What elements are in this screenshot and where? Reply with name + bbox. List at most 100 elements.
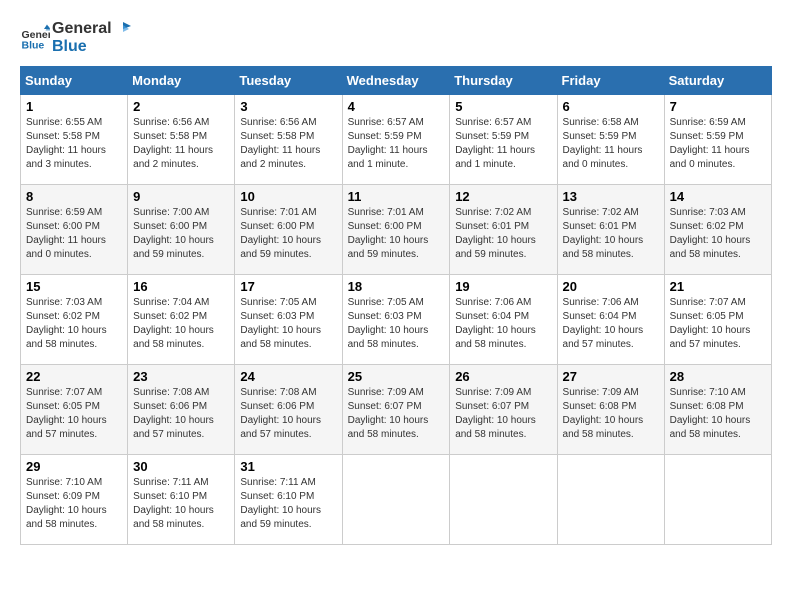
calendar-cell: 22 Sunrise: 7:07 AM Sunset: 6:05 PM Dayl… [21, 364, 128, 454]
day-number: 7 [670, 99, 766, 114]
calendar-cell: 8 Sunrise: 6:59 AM Sunset: 6:00 PM Dayli… [21, 184, 128, 274]
calendar-cell [557, 454, 664, 544]
calendar-cell: 30 Sunrise: 7:11 AM Sunset: 6:10 PM Dayl… [128, 454, 235, 544]
day-info: Sunrise: 7:09 AM Sunset: 6:07 PM Dayligh… [348, 386, 445, 442]
calendar-cell: 16 Sunrise: 7:04 AM Sunset: 6:02 PM Dayl… [128, 274, 235, 364]
day-info: Sunrise: 6:57 AM Sunset: 5:59 PM Dayligh… [348, 116, 445, 172]
day-number: 12 [455, 189, 551, 204]
svg-text:Blue: Blue [22, 39, 45, 51]
day-info: Sunrise: 7:09 AM Sunset: 6:08 PM Dayligh… [563, 386, 659, 442]
calendar-header-wednesday: Wednesday [342, 66, 450, 94]
calendar-header-saturday: Saturday [664, 66, 771, 94]
day-info: Sunrise: 6:56 AM Sunset: 5:58 PM Dayligh… [133, 116, 229, 172]
calendar-cell: 20 Sunrise: 7:06 AM Sunset: 6:04 PM Dayl… [557, 274, 664, 364]
day-number: 5 [455, 99, 551, 114]
calendar-cell: 17 Sunrise: 7:05 AM Sunset: 6:03 PM Dayl… [235, 274, 342, 364]
day-info: Sunrise: 7:06 AM Sunset: 6:04 PM Dayligh… [563, 296, 659, 352]
calendar-cell: 3 Sunrise: 6:56 AM Sunset: 5:58 PM Dayli… [235, 94, 342, 184]
day-info: Sunrise: 7:07 AM Sunset: 6:05 PM Dayligh… [670, 296, 766, 352]
day-info: Sunrise: 7:08 AM Sunset: 6:06 PM Dayligh… [133, 386, 229, 442]
day-number: 23 [133, 369, 229, 384]
day-info: Sunrise: 7:04 AM Sunset: 6:02 PM Dayligh… [133, 296, 229, 352]
day-info: Sunrise: 6:55 AM Sunset: 5:58 PM Dayligh… [26, 116, 122, 172]
calendar-cell: 9 Sunrise: 7:00 AM Sunset: 6:00 PM Dayli… [128, 184, 235, 274]
day-number: 25 [348, 369, 445, 384]
day-info: Sunrise: 7:03 AM Sunset: 6:02 PM Dayligh… [670, 206, 766, 262]
calendar-cell: 21 Sunrise: 7:07 AM Sunset: 6:05 PM Dayl… [664, 274, 771, 364]
calendar-cell: 4 Sunrise: 6:57 AM Sunset: 5:59 PM Dayli… [342, 94, 450, 184]
logo-icon: General Blue [20, 23, 50, 53]
day-number: 6 [563, 99, 659, 114]
day-info: Sunrise: 7:07 AM Sunset: 6:05 PM Dayligh… [26, 386, 122, 442]
calendar-week-4: 15 Sunrise: 7:03 AM Sunset: 6:02 PM Dayl… [21, 274, 772, 364]
calendar-cell [664, 454, 771, 544]
day-info: Sunrise: 7:09 AM Sunset: 6:07 PM Dayligh… [455, 386, 551, 442]
calendar-cell: 29 Sunrise: 7:10 AM Sunset: 6:09 PM Dayl… [21, 454, 128, 544]
logo-bird-icon [113, 20, 131, 38]
day-number: 3 [240, 99, 336, 114]
calendar-week-3: 8 Sunrise: 6:59 AM Sunset: 6:00 PM Dayli… [21, 184, 772, 274]
logo-general: General [52, 20, 112, 37]
day-info: Sunrise: 6:59 AM Sunset: 6:00 PM Dayligh… [26, 206, 122, 262]
calendar-cell: 2 Sunrise: 6:56 AM Sunset: 5:58 PM Dayli… [128, 94, 235, 184]
day-number: 11 [348, 189, 445, 204]
calendar-cell: 18 Sunrise: 7:05 AM Sunset: 6:03 PM Dayl… [342, 274, 450, 364]
calendar-cell: 10 Sunrise: 7:01 AM Sunset: 6:00 PM Dayl… [235, 184, 342, 274]
day-number: 31 [240, 459, 336, 474]
calendar-header-friday: Friday [557, 66, 664, 94]
calendar-cell: 31 Sunrise: 7:11 AM Sunset: 6:10 PM Dayl… [235, 454, 342, 544]
day-number: 13 [563, 189, 659, 204]
day-info: Sunrise: 7:10 AM Sunset: 6:08 PM Dayligh… [670, 386, 766, 442]
logo: General Blue General Blue [20, 20, 132, 56]
day-number: 29 [26, 459, 122, 474]
calendar-cell: 11 Sunrise: 7:01 AM Sunset: 6:00 PM Dayl… [342, 184, 450, 274]
calendar-cell: 19 Sunrise: 7:06 AM Sunset: 6:04 PM Dayl… [450, 274, 557, 364]
day-number: 27 [563, 369, 659, 384]
calendar-cell: 28 Sunrise: 7:10 AM Sunset: 6:08 PM Dayl… [664, 364, 771, 454]
day-info: Sunrise: 7:01 AM Sunset: 6:00 PM Dayligh… [240, 206, 336, 262]
day-number: 2 [133, 99, 229, 114]
day-info: Sunrise: 7:06 AM Sunset: 6:04 PM Dayligh… [455, 296, 551, 352]
day-number: 15 [26, 279, 122, 294]
day-number: 14 [670, 189, 766, 204]
day-info: Sunrise: 7:02 AM Sunset: 6:01 PM Dayligh… [563, 206, 659, 262]
calendar-table: SundayMondayTuesdayWednesdayThursdayFrid… [20, 66, 772, 545]
calendar-cell: 13 Sunrise: 7:02 AM Sunset: 6:01 PM Dayl… [557, 184, 664, 274]
day-info: Sunrise: 7:05 AM Sunset: 6:03 PM Dayligh… [348, 296, 445, 352]
day-number: 20 [563, 279, 659, 294]
calendar-cell: 27 Sunrise: 7:09 AM Sunset: 6:08 PM Dayl… [557, 364, 664, 454]
calendar-header-row: SundayMondayTuesdayWednesdayThursdayFrid… [21, 66, 772, 94]
calendar-cell [450, 454, 557, 544]
day-number: 21 [670, 279, 766, 294]
day-info: Sunrise: 7:01 AM Sunset: 6:00 PM Dayligh… [348, 206, 445, 262]
day-info: Sunrise: 6:57 AM Sunset: 5:59 PM Dayligh… [455, 116, 551, 172]
calendar-cell: 14 Sunrise: 7:03 AM Sunset: 6:02 PM Dayl… [664, 184, 771, 274]
calendar-cell: 15 Sunrise: 7:03 AM Sunset: 6:02 PM Dayl… [21, 274, 128, 364]
day-number: 9 [133, 189, 229, 204]
day-number: 28 [670, 369, 766, 384]
calendar-week-5: 22 Sunrise: 7:07 AM Sunset: 6:05 PM Dayl… [21, 364, 772, 454]
day-number: 1 [26, 99, 122, 114]
calendar-cell: 7 Sunrise: 6:59 AM Sunset: 5:59 PM Dayli… [664, 94, 771, 184]
day-number: 18 [348, 279, 445, 294]
calendar-header-thursday: Thursday [450, 66, 557, 94]
day-number: 8 [26, 189, 122, 204]
day-number: 17 [240, 279, 336, 294]
day-info: Sunrise: 7:08 AM Sunset: 6:06 PM Dayligh… [240, 386, 336, 442]
calendar-header-monday: Monday [128, 66, 235, 94]
day-info: Sunrise: 7:05 AM Sunset: 6:03 PM Dayligh… [240, 296, 336, 352]
day-info: Sunrise: 6:59 AM Sunset: 5:59 PM Dayligh… [670, 116, 766, 172]
calendar-week-6: 29 Sunrise: 7:10 AM Sunset: 6:09 PM Dayl… [21, 454, 772, 544]
calendar-cell: 24 Sunrise: 7:08 AM Sunset: 6:06 PM Dayl… [235, 364, 342, 454]
day-info: Sunrise: 7:03 AM Sunset: 6:02 PM Dayligh… [26, 296, 122, 352]
day-number: 24 [240, 369, 336, 384]
day-number: 19 [455, 279, 551, 294]
calendar-cell: 12 Sunrise: 7:02 AM Sunset: 6:01 PM Dayl… [450, 184, 557, 274]
day-info: Sunrise: 7:02 AM Sunset: 6:01 PM Dayligh… [455, 206, 551, 262]
calendar-cell: 1 Sunrise: 6:55 AM Sunset: 5:58 PM Dayli… [21, 94, 128, 184]
day-number: 4 [348, 99, 445, 114]
day-number: 16 [133, 279, 229, 294]
calendar-cell: 5 Sunrise: 6:57 AM Sunset: 5:59 PM Dayli… [450, 94, 557, 184]
calendar-cell: 6 Sunrise: 6:58 AM Sunset: 5:59 PM Dayli… [557, 94, 664, 184]
day-number: 26 [455, 369, 551, 384]
